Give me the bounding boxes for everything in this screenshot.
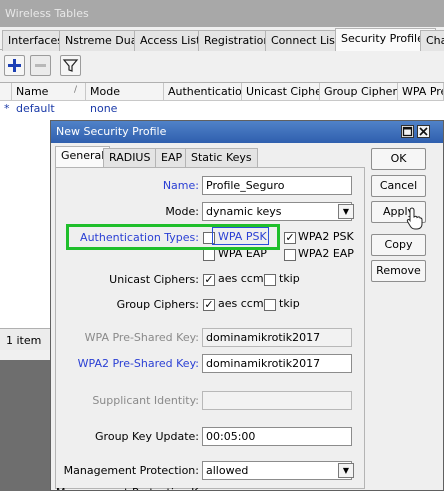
mode-value: dynamic keys: [206, 205, 282, 218]
row-marker: *: [4, 102, 10, 115]
column-header-flag: [0, 83, 12, 101]
group-aes-ccm-checkbox[interactable]: ✓: [203, 299, 215, 311]
name-label: Name:: [162, 179, 199, 192]
tab-access-list[interactable]: Access List: [134, 30, 207, 51]
group-ciphers-label: Group Ciphers:: [116, 298, 199, 311]
wpa-psk-key-field[interactable]: dominamikrotik2017: [202, 328, 352, 347]
column-header-mode[interactable]: Mode: [86, 83, 164, 101]
general-tab-content: Name: Profile_Seguro Mode: dynamic keys …: [55, 167, 365, 490]
row-mode: none: [90, 102, 118, 115]
plus-icon: [8, 59, 21, 72]
group-key-update-label: Group Key Update:: [95, 430, 199, 443]
remove-button[interactable]: [30, 55, 51, 76]
wpa-psk-focus-box: [212, 227, 269, 245]
check-icon: ✓: [204, 273, 214, 286]
tab-connect-list[interactable]: Connect List: [265, 30, 346, 51]
close-icon: [419, 127, 428, 136]
supplicant-identity-label: Supplicant Identity:: [92, 394, 199, 407]
remove-profile-button[interactable]: Remove: [371, 260, 426, 282]
add-button[interactable]: [4, 55, 25, 76]
wpa2-psk-label: WPA2 PSK: [298, 230, 354, 243]
column-header-name-label: Name: [16, 85, 49, 98]
tab-bar: Interfaces Nstreme Dual Access List Regi…: [0, 28, 444, 51]
management-protection-dropdown-arrow[interactable]: ▼: [338, 463, 354, 478]
sort-indicator-icon: /: [74, 85, 78, 95]
unicast-ciphers-label: Unicast Ciphers:: [109, 273, 199, 286]
management-protection-label: Management Protection:: [63, 464, 199, 477]
tab-radius[interactable]: RADIUS: [103, 148, 157, 167]
column-header-name[interactable]: Name /: [12, 83, 86, 101]
tab-channels[interactable]: Cha: [420, 30, 444, 51]
unicast-tkip-checkbox[interactable]: [264, 274, 276, 286]
filter-button[interactable]: [60, 55, 81, 76]
toolbar: [0, 52, 444, 80]
management-protection-select[interactable]: allowed: [202, 461, 352, 480]
group-aes-ccm-label: aes ccm: [218, 297, 264, 310]
check-icon: ✓: [204, 298, 214, 311]
cancel-button[interactable]: Cancel: [371, 175, 426, 197]
management-protection-key-label: Management Protection Ke: [56, 486, 199, 490]
unicast-aes-ccm-label: aes ccm: [218, 272, 264, 285]
wpa-eap-checkbox[interactable]: [203, 249, 215, 261]
mode-label: Mode:: [165, 205, 199, 218]
maximize-button[interactable]: [401, 125, 414, 138]
dialog-title: New Security Profile: [51, 121, 443, 143]
tab-eap[interactable]: EAP: [155, 148, 189, 167]
wpa2-eap-label: WPA2 EAP: [298, 247, 354, 260]
dropdown-arrow-icon: ▼: [342, 207, 350, 216]
wpa-psk-key-label: WPA Pre-Shared Key:: [84, 331, 199, 344]
group-tkip-label: tkip: [279, 297, 300, 310]
dropdown-arrow-icon: ▼: [342, 466, 350, 475]
window-title: Wireless Tables: [0, 0, 444, 27]
table-row[interactable]: * default none: [0, 101, 444, 117]
minus-icon: [35, 64, 46, 67]
mode-select[interactable]: dynamic keys: [202, 202, 352, 221]
column-header-authentication[interactable]: Authenticatio...: [164, 83, 242, 101]
tab-static-keys[interactable]: Static Keys: [185, 148, 258, 167]
check-icon: ✓: [285, 231, 295, 244]
row-name: default: [16, 102, 55, 115]
new-security-profile-dialog: New Security Profile General RADIUS EAP …: [50, 120, 444, 491]
group-tkip-checkbox[interactable]: [264, 299, 276, 311]
copy-button[interactable]: Copy: [371, 234, 426, 256]
name-field[interactable]: Profile_Seguro: [202, 176, 352, 195]
column-header-unicast-ciphers[interactable]: Unicast Ciphers: [242, 83, 320, 101]
maximize-icon: [402, 126, 413, 137]
close-button[interactable]: [417, 125, 430, 138]
hand-cursor-icon: [406, 207, 423, 230]
management-protection-value: allowed: [206, 464, 249, 477]
mode-dropdown-arrow[interactable]: ▼: [338, 204, 354, 219]
column-header-group-ciphers[interactable]: Group Ciphers: [320, 83, 398, 101]
wpa2-psk-key-label: WPA2 Pre-Shared Key:: [77, 357, 199, 370]
wpa2-eap-checkbox[interactable]: [284, 249, 296, 261]
unicast-tkip-label: tkip: [279, 272, 300, 285]
ok-button[interactable]: OK: [371, 148, 426, 170]
unicast-aes-ccm-checkbox[interactable]: ✓: [203, 274, 215, 286]
filter-icon: [62, 59, 79, 72]
supplicant-identity-field[interactable]: [202, 391, 352, 410]
column-header-wpa-pre[interactable]: WPA Pre: [398, 83, 444, 101]
group-key-update-field[interactable]: 00:05:00: [202, 427, 352, 446]
wpa2-psk-key-field[interactable]: dominamikrotik2017: [202, 354, 352, 373]
wpa2-psk-checkbox[interactable]: ✓: [284, 232, 296, 244]
